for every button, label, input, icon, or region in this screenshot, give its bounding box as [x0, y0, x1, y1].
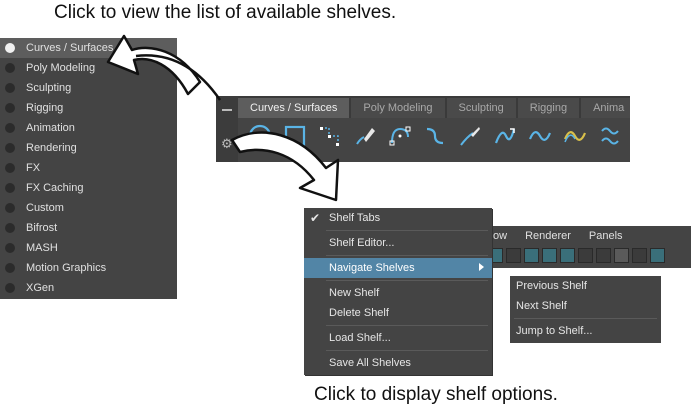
callout-arrow-bottom — [230, 131, 340, 202]
callout-arrows — [106, 34, 340, 202]
callout-arrow-top — [106, 34, 202, 96]
